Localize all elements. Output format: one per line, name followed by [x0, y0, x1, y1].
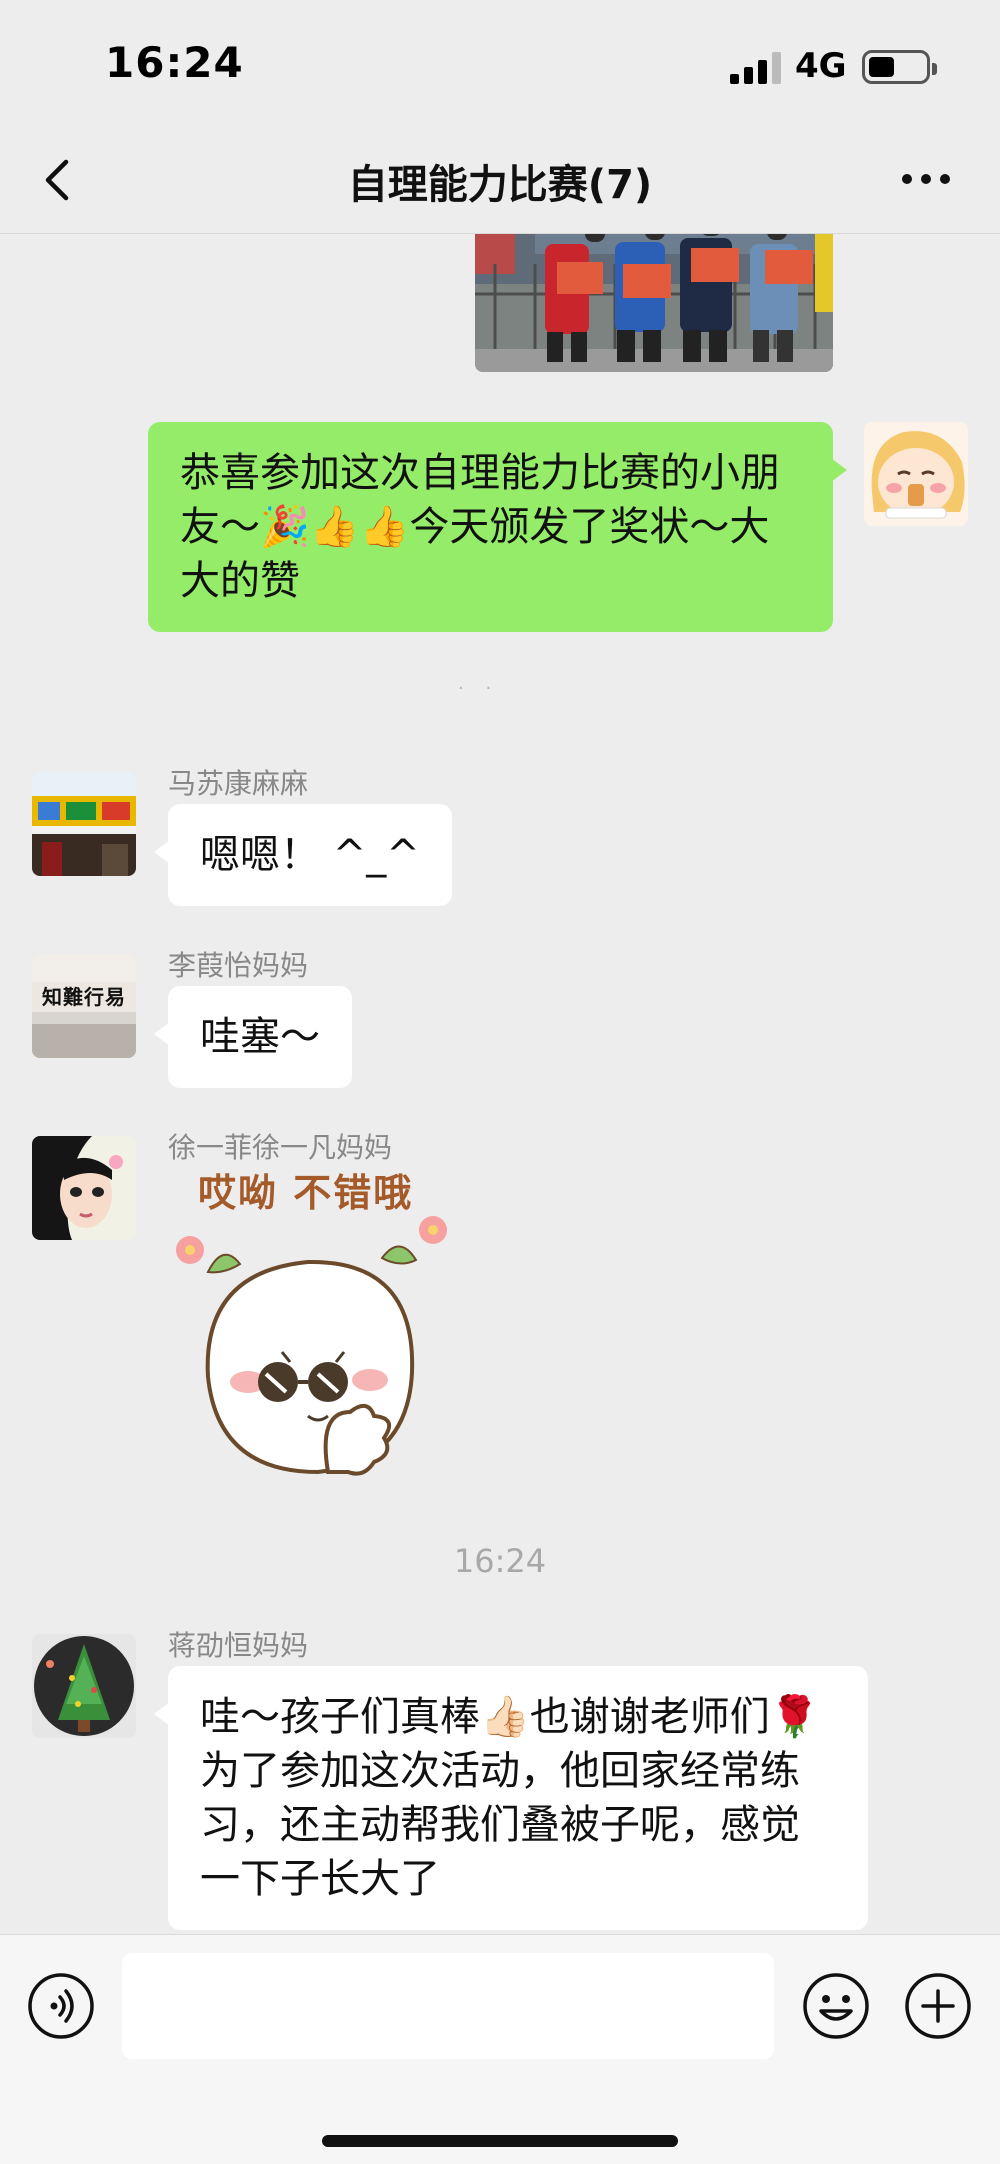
message-text-1: 嗯嗯！ ^_^	[200, 832, 420, 878]
chat-title[interactable]: 自理能力比赛(7)	[200, 152, 800, 210]
avatar-sender-3[interactable]	[32, 1136, 136, 1240]
message-bubble-4[interactable]: 哇～孩子们真棒👍🏻也谢谢老师们🌹为了参加这次活动，他回家经常练习，还主动帮我们叠…	[154, 1666, 868, 1930]
battery-fill	[869, 57, 894, 77]
own-message-bubble[interactable]: 恭喜参加这次自理能力比赛的小朋友～🎉👍👍今天颁发了奖状～大大的赞	[148, 422, 847, 632]
sticker-character	[176, 1216, 447, 1476]
chevron-left-icon[interactable]	[30, 150, 90, 210]
status-time: 16:24	[105, 38, 244, 87]
message-text-4: 哇～孩子们真棒👍🏻也谢谢老师们🌹为了参加这次活动，他回家经常练习，还主动帮我们叠…	[200, 1694, 820, 1902]
sender-name-1: 马苏康麻麻	[168, 767, 309, 800]
image-message[interactable]	[475, 234, 833, 372]
sender-name-3: 徐一菲徐一凡妈妈	[168, 1131, 393, 1164]
message-input[interactable]	[122, 1953, 774, 2059]
calligraphy-text: 知難行易	[32, 982, 136, 1012]
message-text-2: 哇塞～	[200, 1014, 320, 1060]
own-avatar[interactable]	[864, 422, 968, 526]
nav-bar: 自理能力比赛(7)	[0, 130, 1000, 234]
plus-icon[interactable]	[903, 1971, 973, 2041]
more-dots-icon[interactable]	[900, 172, 952, 186]
chat-area[interactable]: 恭喜参加这次自理能力比赛的小朋友～🎉👍👍今天颁发了奖状～大大的赞 · · 马苏康…	[0, 234, 1000, 1934]
input-bar	[0, 1934, 1000, 2164]
avatar-sender-4[interactable]	[32, 1634, 136, 1738]
status-bar: 16:24 4G	[0, 0, 1000, 130]
sender-name-2: 李葭怡妈妈	[168, 949, 309, 982]
own-message-text: 恭喜参加这次自理能力比赛的小朋友～🎉👍👍今天颁发了奖状～大大的赞	[180, 450, 780, 604]
message-bubble-1[interactable]: 嗯嗯！ ^_^	[154, 804, 452, 906]
voice-icon[interactable]	[26, 1971, 96, 2041]
signal-icon	[730, 52, 781, 84]
message-timestamp: 16:24	[453, 1542, 547, 1580]
network-type: 4G	[795, 46, 847, 86]
separator-dots: · ·	[458, 678, 500, 699]
battery-icon	[862, 50, 937, 84]
avatar-sender-1[interactable]	[32, 772, 136, 876]
emoji-icon[interactable]	[801, 1971, 871, 2041]
sticker-message[interactable]: 哎呦 不错哦	[168, 1162, 468, 1502]
avatar-sender-2[interactable]: 知難行易	[32, 954, 136, 1058]
message-bubble-2[interactable]: 哇塞～	[154, 986, 352, 1088]
home-indicator	[322, 2135, 678, 2147]
sender-name-4: 蒋劭恒妈妈	[168, 1629, 309, 1662]
